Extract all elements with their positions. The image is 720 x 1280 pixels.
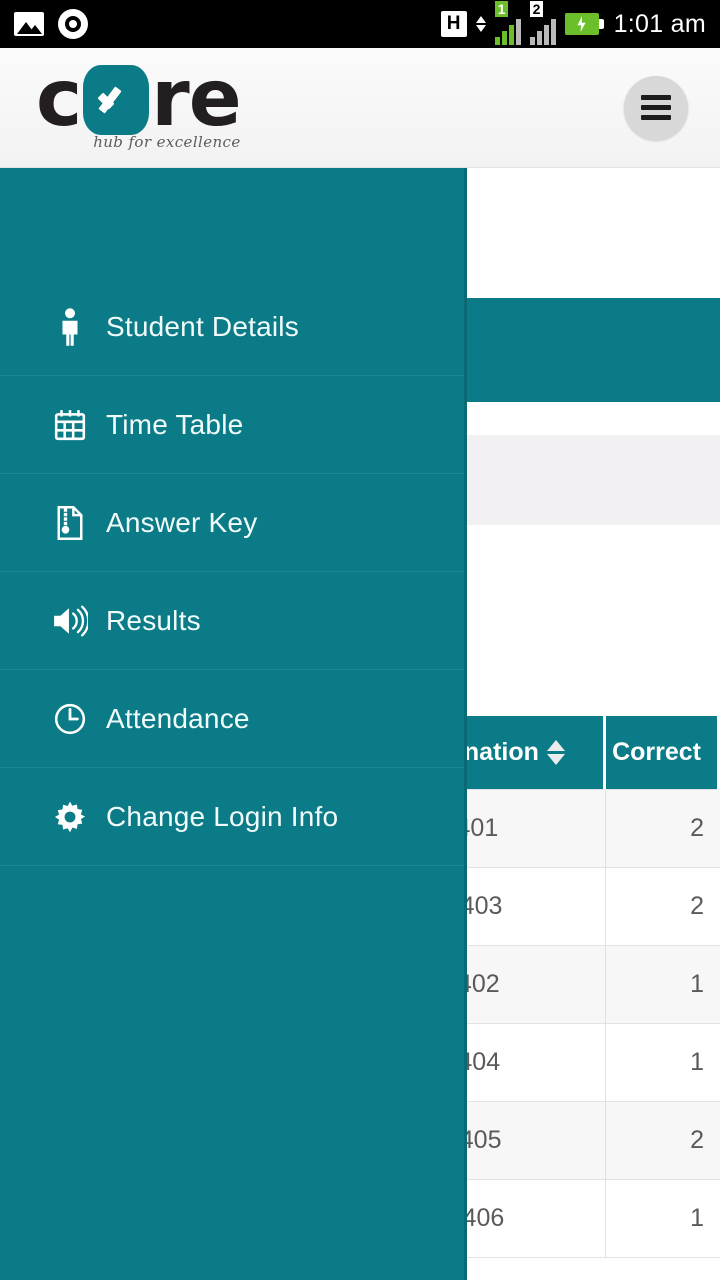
sim1-signal-icon: 1	[494, 1, 521, 45]
sidebar-item-change-login-info[interactable]: Change Login Info	[0, 768, 464, 866]
sidebar-item-results[interactable]: Results	[0, 572, 464, 670]
cell-correct: 1	[606, 1024, 720, 1102]
status-bar-clock: 1:01 am	[613, 9, 706, 38]
data-transfer-icon	[475, 16, 486, 32]
logo-tagline: hub for excellence	[93, 132, 241, 151]
screen-recorder-icon	[58, 9, 88, 39]
logo-wordmark: c re	[36, 53, 242, 144]
document-zip-icon	[48, 505, 92, 541]
drawer-top-spacer	[0, 168, 464, 278]
cell-correct: 1	[606, 1180, 720, 1258]
hspa-network-icon: H	[440, 11, 467, 37]
sidebar-item-student-details[interactable]: Student Details	[0, 278, 464, 376]
column-header-correct[interactable]: Correct	[606, 716, 720, 790]
logo-check-badge-icon	[83, 64, 150, 135]
cell-correct: 1	[606, 946, 720, 1024]
column-header-correct-label: Correct	[612, 738, 701, 766]
hamburger-menu-icon[interactable]	[624, 75, 688, 140]
cell-correct: 2	[606, 1102, 720, 1180]
sim2-signal-icon: 2	[529, 1, 556, 45]
cell-correct: 2	[606, 868, 720, 946]
sidebar-item-label: Results	[106, 604, 201, 636]
sidebar-item-label: Attendance	[106, 702, 250, 734]
person-icon	[48, 307, 92, 346]
sidebar-item-label: Student Details	[106, 310, 299, 342]
app-header: c re hub for excellence	[0, 48, 720, 168]
status-bar: H 1 2 1:01 am	[0, 0, 720, 48]
sidebar-item-label: Time Table	[106, 408, 244, 440]
status-bar-left	[14, 9, 88, 39]
logo-text-left: c	[36, 53, 82, 144]
cell-correct: 2	[606, 790, 720, 868]
sim2-label: 2	[529, 1, 544, 17]
sidebar-item-answer-key[interactable]: Answer Key	[0, 474, 464, 572]
sim1-label: 1	[494, 1, 509, 17]
status-bar-right: H 1 2 1:01 am	[440, 1, 706, 45]
app-logo: c re hub for excellence	[36, 53, 242, 151]
gallery-icon	[14, 12, 44, 36]
calendar-icon	[48, 408, 92, 442]
sort-arrows-icon[interactable]	[546, 740, 565, 765]
navigation-drawer: Student Details Time Table Answer Key Re…	[0, 168, 467, 1280]
logo-text-right: re	[151, 53, 241, 144]
sidebar-item-attendance[interactable]: Attendance	[0, 670, 464, 768]
sidebar-item-label: Answer Key	[106, 506, 258, 538]
sidebar-item-time-table[interactable]: Time Table	[0, 376, 464, 474]
speaker-icon	[48, 605, 92, 637]
battery-charging-icon	[564, 13, 604, 35]
sidebar-item-label: Change Login Info	[106, 800, 339, 832]
gear-icon	[48, 800, 92, 834]
clock-icon	[48, 702, 92, 736]
